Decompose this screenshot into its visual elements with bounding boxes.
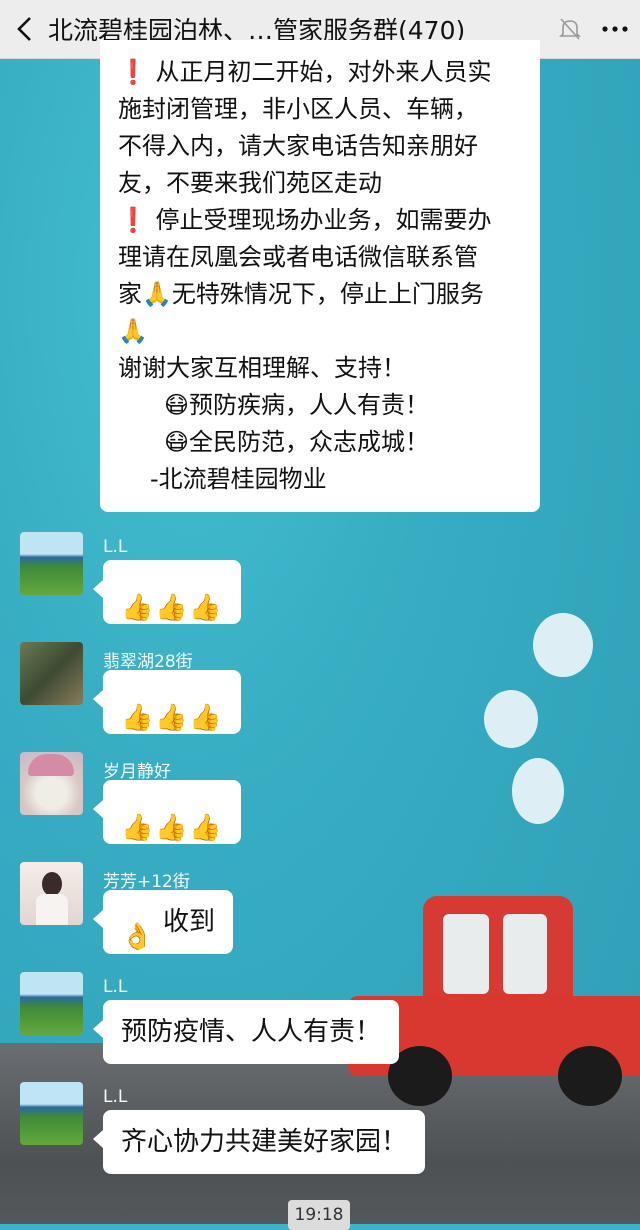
- bow-hands-icon: 🙏: [118, 317, 148, 345]
- sender-name: 岁月静好: [103, 762, 171, 782]
- mask-face-icon: 😷: [164, 428, 190, 456]
- exclamation-icon: ❗: [118, 58, 148, 86]
- sender-name: 芳芳+12街: [103, 872, 190, 892]
- thumbs-up-icon: 👍: [189, 813, 222, 843]
- sender-name: 翡翠湖28街: [103, 652, 193, 672]
- message-bubble[interactable]: 预防疫情、人人有责！: [92, 1000, 400, 1064]
- ok-hand-icon: 👌: [121, 922, 154, 952]
- avatar[interactable]: [20, 642, 83, 705]
- message-bubble[interactable]: 👍 👍 👍: [93, 560, 241, 624]
- announcement-line: 无特殊情况下，停止上门服务: [171, 280, 484, 308]
- message-bubble[interactable]: 👍 👍 👍: [93, 670, 241, 734]
- bow-hands-icon: 🙏: [142, 280, 172, 308]
- announcement-line: 不得入内，请大家电话告知亲朋好: [118, 132, 478, 160]
- avatar[interactable]: [20, 752, 83, 815]
- announcement-line: 家: [118, 280, 142, 308]
- message-bubble[interactable]: 齐心协力共建美好家园！: [92, 1110, 426, 1174]
- announcement-line: 预防疾病，人人有责！: [189, 391, 430, 419]
- mask-face-icon: 😷: [164, 391, 190, 419]
- sender-name: L.L: [103, 1087, 128, 1107]
- avatar[interactable]: [20, 532, 83, 595]
- thumbs-up-icon: 👍: [155, 813, 188, 843]
- thumbs-up-icon: 👍: [155, 703, 188, 733]
- message-text: 齐心协力共建美好家园！: [121, 1127, 408, 1157]
- more-options-icon[interactable]: [590, 0, 640, 58]
- announcement-line: 从正月初二开始，对外来人员实: [155, 58, 492, 86]
- thumbs-up-icon: 👍: [121, 703, 154, 733]
- announcement-line: 谢谢大家互相理解、支持！: [118, 354, 406, 382]
- avatar[interactable]: [20, 972, 83, 1035]
- announcement-line: 停止受理现场办业务，如需要办: [155, 206, 492, 234]
- avatar[interactable]: [20, 1082, 83, 1145]
- avatar[interactable]: [20, 862, 83, 925]
- thumbs-up-icon: 👍: [189, 593, 222, 623]
- sender-name: L.L: [103, 537, 128, 557]
- exclamation-icon: ❗: [118, 206, 148, 234]
- back-arrow-icon[interactable]: [0, 0, 48, 58]
- message-bubble[interactable]: 👌 收到: [92, 890, 234, 954]
- announcement-line: -北流碧桂园物业: [150, 465, 327, 493]
- thumbs-up-icon: 👍: [155, 593, 188, 623]
- message-bubble[interactable]: 👍 👍 👍: [93, 780, 241, 844]
- announcement-message[interactable]: ❗ 从正月初二开始，对外来人员实 施封闭管理，非小区人员、车辆， 不得入内，请大…: [100, 40, 540, 512]
- sender-name: L.L: [103, 977, 128, 997]
- thumbs-up-icon: 👍: [121, 593, 154, 623]
- announcement-line: 理请在凤凰会或者电话微信联系管: [118, 243, 478, 271]
- announcement-line: 友，不要来我们苑区走动: [118, 169, 382, 197]
- timestamp: 19:18: [288, 1200, 350, 1230]
- thumbs-up-icon: 👍: [121, 813, 154, 843]
- announcement-line: 全民防范，众志成城！: [189, 428, 430, 456]
- mute-bell-icon: [550, 0, 590, 58]
- message-text: 收到: [163, 907, 216, 937]
- message-text: 预防疫情、人人有责！: [121, 1017, 382, 1047]
- thumbs-up-icon: 👍: [189, 703, 222, 733]
- announcement-line: 施封闭管理，非小区人员、车辆，: [118, 95, 478, 123]
